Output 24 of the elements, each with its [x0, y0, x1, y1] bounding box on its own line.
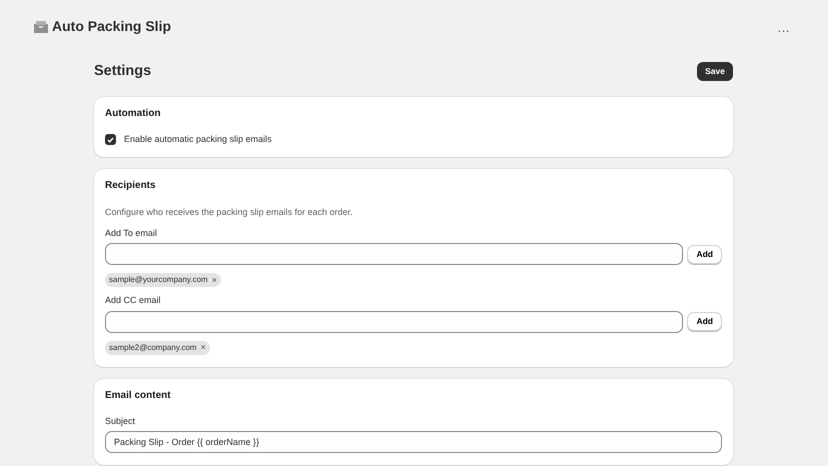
- email-text: sample@yourcompany.com: [109, 275, 208, 286]
- email-field[interactable]: [105, 243, 684, 266]
- page-title: Settings: [94, 62, 152, 80]
- email-field[interactable]: [105, 310, 684, 333]
- checkmark-icon: [107, 136, 114, 143]
- checkbox-label: Enable automatic packing slip emails: [124, 134, 272, 146]
- add-button[interactable]: Add: [687, 244, 722, 264]
- card-title: Recipients: [105, 180, 157, 193]
- subject-field[interactable]: Packing Slip - Order {{ orderName }}: [105, 431, 722, 454]
- app-title: Auto Packing Slip: [52, 18, 172, 36]
- remove-button[interactable]: ×: [200, 343, 206, 352]
- remove-button[interactable]: ×: [212, 276, 217, 285]
- field-label: Subject: [105, 416, 136, 428]
- field-label: Add CC email: [105, 295, 162, 307]
- email-text: sample2@company.com: [109, 342, 197, 353]
- card-description: Configure who receives the packing slip emails for each order.: [105, 206, 354, 218]
- box-icon: [34, 21, 48, 33]
- add-button[interactable]: Add: [687, 312, 722, 332]
- checkbox[interactable]: [105, 134, 116, 146]
- save-button[interactable]: Save: [697, 62, 733, 81]
- card-title: Automation: [105, 108, 162, 120]
- card-title: Email content: [105, 390, 172, 402]
- more-menu-button[interactable]: …: [773, 20, 794, 34]
- field-label: Add To email: [105, 228, 158, 240]
